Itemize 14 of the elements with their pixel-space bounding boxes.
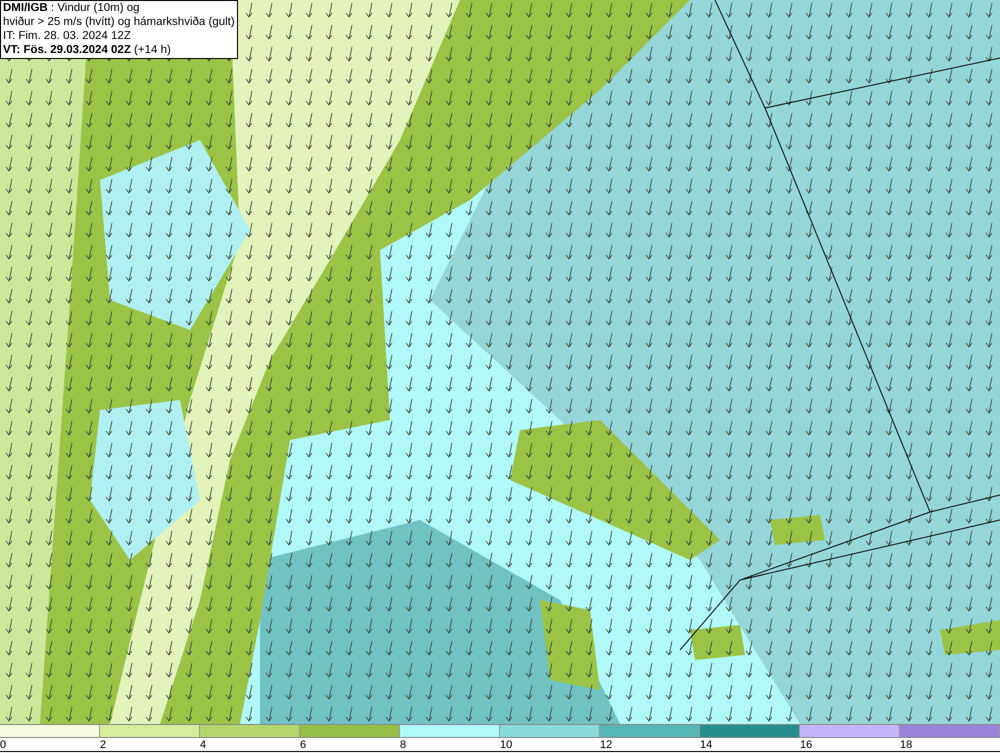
legend-label: 6 — [300, 739, 306, 751]
title-line: DMI/IGB : Vindur (10m) og — [3, 1, 141, 15]
legend-label: 4 — [200, 739, 206, 751]
legend-label: 8 — [400, 739, 406, 751]
legend-label: 14 — [700, 739, 712, 751]
legend-label: 12 — [600, 739, 612, 751]
legend-label: 10 — [500, 739, 512, 751]
title-line: VT: Fös. 29.03.2024 02Z (+14 h) — [3, 43, 172, 57]
legend-label: 16 — [800, 739, 812, 751]
title-line: IT: Fim. 28. 03. 2024 12Z — [3, 29, 132, 43]
legend-label: 2 — [100, 739, 106, 751]
legend-label: 0 — [0, 739, 6, 751]
title-line: hviður > 25 m/s (hvítt) og hámarkshviða (gult) — [3, 15, 235, 29]
legend-label: 18 — [900, 739, 912, 751]
